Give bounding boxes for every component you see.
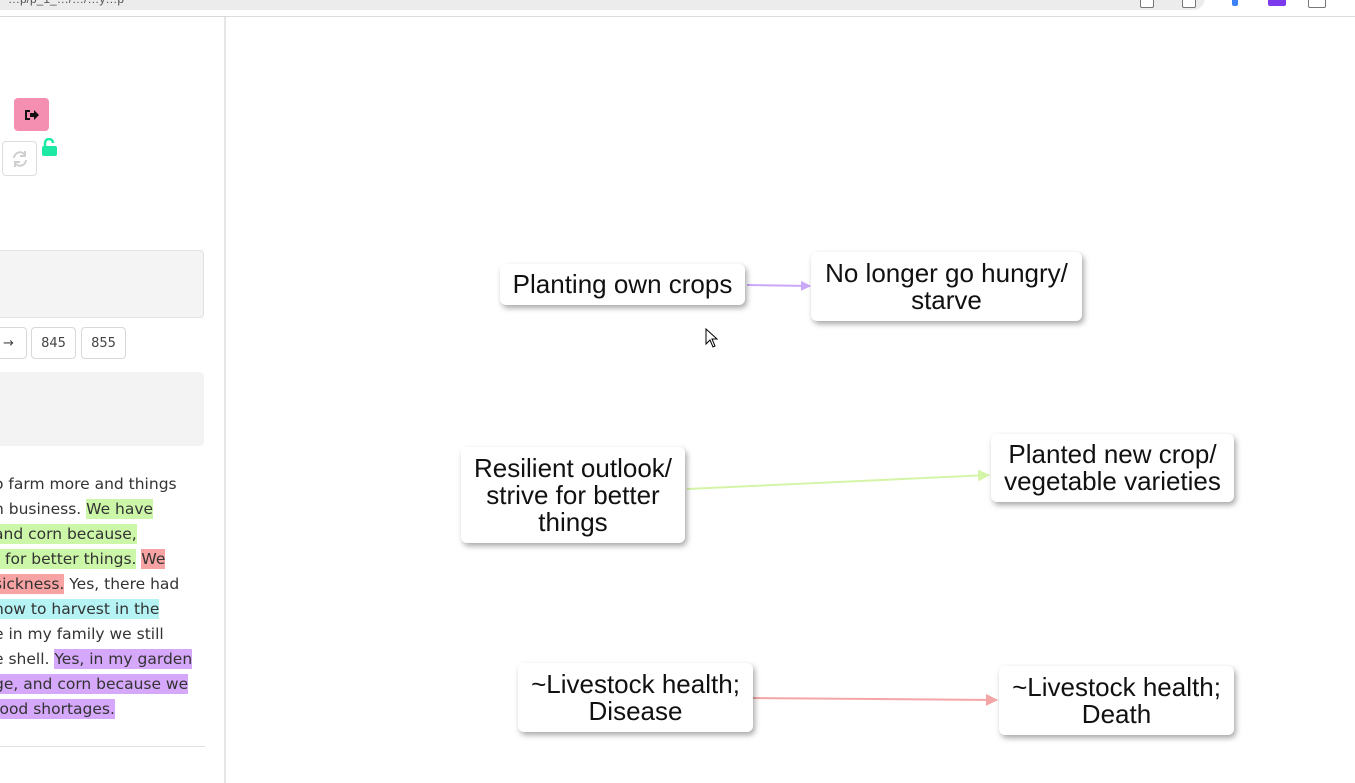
window-icon[interactable]: [1308, 0, 1326, 8]
node-livestock-death[interactable]: ~Livestock health; Death: [999, 666, 1234, 735]
highlighted-segment-purple[interactable]: Yes, in my garden: [54, 649, 193, 669]
transcript-segment: o farm more and things: [0, 475, 177, 493]
node-planting-own-crops[interactable]: Planting own crops: [500, 264, 745, 305]
transcript-line: ge, and corn because we: [0, 672, 224, 697]
transcript-line: o farm more and things: [0, 472, 224, 497]
highlighted-segment-green[interactable]: and corn because,: [0, 524, 137, 544]
extension-icon[interactable]: [1140, 0, 1154, 8]
text-input-area[interactable]: [0, 250, 204, 318]
transcript-line: food shortages.: [0, 697, 224, 722]
browser-toolbar: …p/p_1_…/…/…y…p: [0, 0, 1355, 17]
extension-purple-icon[interactable]: [1268, 0, 1286, 6]
highlighted-segment-purple[interactable]: ge, and corn because we: [0, 674, 189, 694]
edge-disease-to-death[interactable]: [752, 693, 998, 706]
transcript-line: and corn because,: [0, 522, 224, 547]
page-button-845[interactable]: 845: [31, 327, 76, 359]
transcript-line: e shell. Yes, in my garden: [0, 647, 224, 672]
highlighted-segment-green[interactable]: We have: [86, 499, 154, 519]
logout-button[interactable]: [14, 98, 49, 131]
sign-out-icon: [24, 109, 39, 120]
transcript-line: t for better things. We: [0, 547, 224, 572]
edge-resilient-to-planted[interactable]: [686, 469, 990, 490]
bookmark-icon[interactable]: [1182, 0, 1196, 8]
sidebar-panel: → 845 855 o farm more and things n busine…: [0, 17, 226, 783]
transcript-segment: n business.: [0, 500, 87, 518]
transcript-segment: e in my family we still: [0, 625, 164, 643]
transcript-segment: e shell.: [0, 650, 55, 668]
concept-map-canvas[interactable]: Planting own crops No longer go hungry/ …: [226, 17, 1355, 783]
node-livestock-disease[interactable]: ~Livestock health; Disease: [518, 663, 753, 732]
edge-planting-to-hungry[interactable]: [746, 280, 811, 291]
next-page-button[interactable]: →: [0, 327, 27, 359]
node-planted-new-crop[interactable]: Planted new crop/ vegetable varieties: [991, 434, 1234, 502]
node-resilient-outlook[interactable]: Resilient outlook/ strive for better thi…: [461, 447, 685, 543]
address-bar[interactable]: …p/p_1_…/…/…y…p: [0, 0, 1205, 10]
refresh-button[interactable]: [2, 141, 37, 176]
transcript-segment: Yes, there had: [64, 575, 180, 593]
transcript-line: e in my family we still: [0, 622, 224, 647]
transcript-text: o farm more and things n business. We hav…: [0, 472, 224, 722]
highlighted-segment-red[interactable]: We: [141, 549, 166, 569]
transcript-line: sickness. Yes, there had: [0, 572, 224, 597]
unlock-icon[interactable]: [41, 138, 58, 157]
page-button-855[interactable]: 855: [81, 327, 126, 359]
highlighted-segment-cyan[interactable]: how to harvest in the: [0, 599, 160, 619]
node-no-longer-hungry[interactable]: No longer go hungry/ starve: [811, 252, 1082, 321]
mouse-cursor-icon: [705, 328, 719, 348]
transcript-line: how to harvest in the: [0, 597, 224, 622]
note-area[interactable]: [0, 372, 204, 446]
highlighted-segment-red[interactable]: sickness.: [0, 574, 65, 594]
transcript-line: n business. We have: [0, 497, 224, 522]
highlighted-segment-green[interactable]: t for better things.: [0, 549, 137, 569]
divider: [0, 746, 205, 747]
highlighted-segment-purple[interactable]: food shortages.: [0, 699, 115, 719]
refresh-icon: [12, 150, 27, 167]
profile-indicator-icon[interactable]: [1232, 0, 1238, 6]
